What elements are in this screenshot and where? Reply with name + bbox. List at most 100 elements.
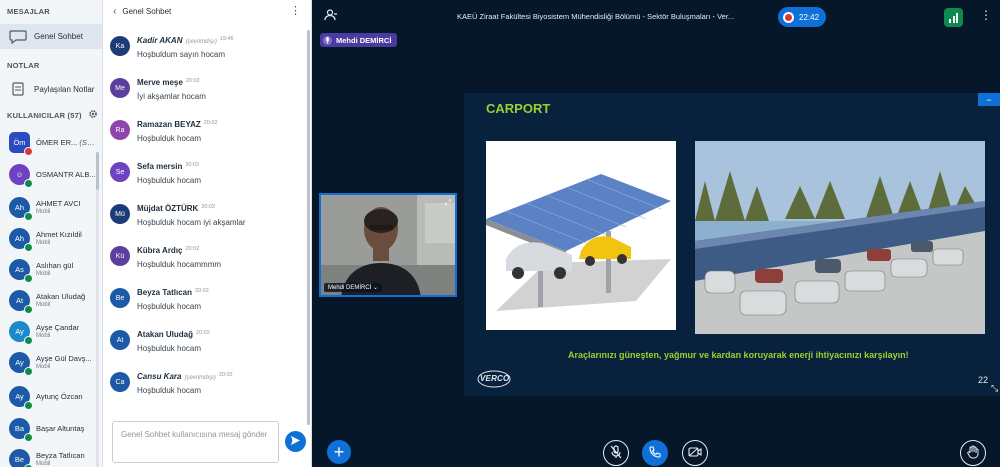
avatar-initials: Ah — [14, 233, 25, 243]
minimize-presentation-button[interactable]: − — [978, 93, 1000, 106]
users-icon[interactable] — [324, 9, 338, 24]
user-name: Aytunç Özcan — [36, 392, 83, 401]
expand-icon[interactable]: ⤢ — [445, 198, 451, 208]
message-author: Beyza Tatlıcan — [137, 288, 192, 297]
user-name: Aslıhan gül — [36, 261, 73, 270]
notes-icon — [8, 81, 28, 97]
avatar-initials: Ca — [115, 378, 125, 386]
presentation-slide[interactable]: CARPORT − Araçlarınızı güneşten, yağmur … — [464, 93, 1000, 396]
message-author: Kadir AKAN — [137, 36, 183, 45]
fullscreen-icon[interactable]: ⤡ — [991, 383, 998, 394]
mic-icon — [323, 35, 332, 45]
avatar-initials: Ay — [15, 391, 24, 401]
shared-notes-item[interactable]: Paylaşılan Notlar — [0, 77, 102, 101]
raise-hand-button[interactable] — [960, 440, 986, 466]
message-time: 20:02 — [196, 330, 210, 336]
chat-message: At Atakan Uludağ 20:02 Hoşbulduk hocam — [110, 330, 300, 353]
avatar: Me — [110, 78, 130, 98]
message-author: Cansu Kara — [137, 372, 182, 381]
avatar: Be — [110, 288, 130, 308]
user-info: Ahmet Kızıldil Mobil — [36, 230, 82, 246]
message-time: 20:02 — [185, 246, 200, 252]
options-kebab-icon[interactable]: ⋮ — [980, 9, 992, 21]
verco-logo: VERCO — [476, 369, 512, 389]
user-info: Başar Altuntaş — [36, 424, 84, 433]
chat-message-input[interactable]: Genel Sohbet kullanıcısına mesaj gönder — [112, 421, 279, 463]
share-webcam-button[interactable] — [682, 440, 708, 466]
message-body: Merve meşe 20:02 İyi akşamlar hocam — [137, 78, 206, 101]
message-time: 20:02 — [194, 288, 209, 294]
message-header: Sefa mersin 20:02 — [137, 162, 201, 171]
you-label: (Sen) — [79, 137, 96, 147]
message-status: (çevrimdışı) — [184, 375, 216, 381]
avatar: Ca — [110, 372, 130, 392]
avatar: Ah — [9, 227, 33, 252]
chevron-left-icon[interactable]: ‹ — [113, 6, 116, 17]
user-name-text: Başar Altuntaş — [36, 423, 85, 433]
user-list-item[interactable]: Be Beyza Tatlıcan Mobil — [0, 446, 96, 467]
avatar: At — [110, 330, 130, 350]
gear-icon[interactable] — [88, 109, 98, 122]
message-text: İyi akşamlar hocam — [137, 92, 206, 101]
recording-indicator[interactable]: 22:42 — [778, 7, 826, 27]
signal-icon[interactable] — [944, 8, 963, 27]
talking-indicator: Mehdi DEMİRCİ — [320, 33, 398, 47]
user-name: Ayşe Gül Davş... — [36, 354, 92, 363]
avatar: Ay — [9, 351, 33, 376]
message-header: Kübra Ardıç 20:02 — [137, 246, 221, 255]
avatar-initials: Me — [115, 84, 125, 92]
user-list-item[interactable]: Ay Aytunç Özcan — [0, 383, 96, 410]
user-list-scrolltrack[interactable] — [96, 190, 99, 467]
webcam-image — [321, 195, 455, 295]
message-author: Sefa mersin — [137, 162, 183, 171]
avatar-initials: Ba — [14, 423, 25, 433]
user-list-item[interactable]: Ay Ayşe Gül Davş... Mobil — [0, 349, 96, 376]
chat-scrollbar[interactable] — [307, 30, 310, 425]
message-time: 20:02 — [201, 204, 216, 210]
user-info: Aytunç Özcan — [36, 392, 83, 401]
avatar-initials: ☺ — [15, 169, 24, 179]
user-list-item[interactable]: Ah AHMET AVCI Mobil — [0, 194, 96, 221]
avatar-initials: Kü — [115, 252, 125, 260]
actions-plus-button[interactable]: + — [327, 440, 351, 464]
chat-message: Se Sefa mersin 20:02 Hoşbulduk hocam — [110, 162, 300, 185]
hand-icon — [967, 445, 979, 462]
user-info: ÖMER ER... (Sen) — [36, 138, 96, 147]
user-list-item[interactable]: Ah Ahmet Kızıldil Mobil — [0, 225, 96, 252]
chat-header[interactable]: ‹ Genel Sohbet — [103, 0, 312, 23]
avatar-initials: At — [15, 295, 24, 305]
user-name-text: Beyza Tatlıcan — [36, 451, 85, 460]
user-list-item[interactable]: As Aslıhan gül Mobil — [0, 256, 96, 283]
user-info: Beyza Tatlıcan Mobil — [36, 451, 85, 467]
chat-options-kebab-icon[interactable]: ⋮ — [290, 5, 301, 17]
user-list-item[interactable]: At Atakan Uludağ Mobil — [0, 287, 96, 314]
webcam-video[interactable]: Mehdi DEMİRCİ ⌄ ⤢ — [319, 193, 457, 297]
message-time: 20:02 — [203, 120, 218, 126]
chat-message: Ca Cansu Kara (çevrimdışı) 20:02 Hoşbulduk h… — [110, 372, 300, 395]
user-name: Ayşe Çandar — [36, 323, 79, 332]
user-name-text: Aytunç Özcan — [36, 391, 83, 401]
webcam-name-label[interactable]: Mehdi DEMİRCİ ⌄ — [324, 283, 383, 292]
chat-panel: ‹ Genel Sohbet ⋮ Ka Kadir AKAN (çevrimdışı… — [103, 0, 312, 467]
status-badge — [24, 366, 33, 376]
send-button[interactable] — [285, 431, 306, 452]
phone-icon — [649, 445, 661, 461]
message-status: (çevrimdışı) — [185, 39, 217, 45]
user-list-item[interactable]: Ay Ayşe Çandar Mobil — [0, 318, 96, 345]
public-chat-item[interactable]: Genel Sohbet — [0, 24, 102, 49]
chat-title: Genel Sohbet — [122, 7, 172, 16]
user-name: Atakan Uludağ — [36, 292, 85, 301]
leave-audio-button[interactable] — [642, 440, 668, 466]
avatar: As — [9, 258, 33, 283]
message-text: Hoşbuldum sayın hocam — [137, 50, 226, 59]
user-list-scrollbar[interactable] — [96, 152, 99, 190]
mute-mic-button[interactable] — [603, 440, 629, 466]
user-list-item[interactable]: ☺ OSMANTR ALB... — [0, 161, 96, 188]
user-info: OSMANTR ALB... — [36, 170, 96, 179]
avatar-initials: Mü — [115, 210, 125, 218]
user-list-item[interactable]: Öm ÖMER ER... (Sen) — [0, 129, 96, 156]
send-icon — [290, 435, 301, 449]
chat-message: Kü Kübra Ardıç 20:02 Hoşbulduk hocammmm — [110, 246, 300, 269]
avatar: Ah — [9, 196, 33, 221]
user-list-item[interactable]: Ba Başar Altuntaş — [0, 415, 96, 442]
